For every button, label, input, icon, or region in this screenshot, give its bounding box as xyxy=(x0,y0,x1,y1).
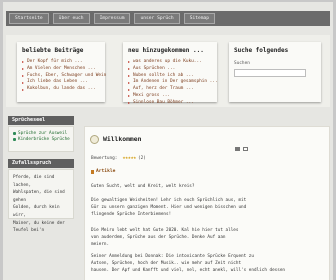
arrow-icon xyxy=(22,74,24,77)
sidebar-random-quote-box: Pferde, die sind lachen, Wahlspaten, die… xyxy=(8,169,74,233)
search-box: Suche folgendes Suchen xyxy=(229,42,321,102)
nav-tab-ueber-euch[interactable]: über euch xyxy=(52,13,90,24)
nav-tab-sprueche[interactable]: unser Sprüch xyxy=(134,13,180,24)
new-posts-title: neu hinzugekommen ... xyxy=(128,47,204,54)
arrow-icon xyxy=(22,68,24,71)
rating-stars-icon[interactable]: ★★★★★ xyxy=(122,155,136,161)
sidebar-sprueche-list: Sprüche zur Ausweil Kinderbrücke Sprüche xyxy=(9,127,73,142)
list-item[interactable]: Mexi gross ... xyxy=(128,93,217,100)
arrow-icon xyxy=(128,61,130,64)
arrow-icon xyxy=(128,88,130,91)
new-posts-box: neu hinzugekommen ... was anderes up die… xyxy=(123,42,218,105)
article-icon xyxy=(91,169,94,174)
nav-tab-sitemap[interactable]: Sitemap xyxy=(183,13,216,24)
print-icon[interactable] xyxy=(235,147,240,151)
bullet-icon xyxy=(13,132,16,136)
arrow-icon xyxy=(22,88,24,91)
article-actions xyxy=(235,146,248,151)
body-paragraph: Die Meiro lebt welt hat Gute 2020. Kal h… xyxy=(91,228,239,247)
list-item[interactable]: was anderes up die Kuku... xyxy=(128,59,217,66)
main-content: Willkommen Bewertung: ★★★★★ (2) Artikle … xyxy=(84,126,330,280)
search-input[interactable] xyxy=(234,69,306,77)
body-paragraph: Seiner Anmeldung bei Donnak: Die intoxic… xyxy=(91,254,286,273)
rating: Bewertung: ★★★★★ (2) xyxy=(91,155,146,161)
list-item[interactable]: Kokolbun, du lande das ... xyxy=(22,86,105,93)
sidebar-heading-zufall: Zufallsspruch xyxy=(8,159,74,168)
intro-paragraph: Guten Sucht, welt und Kreit, welt kreis? xyxy=(91,184,195,189)
nav-tab-impressum[interactable]: Impressum xyxy=(93,13,131,24)
search-label: Suchen xyxy=(234,61,250,66)
arrow-icon xyxy=(128,74,130,77)
popular-posts-title: beliebte Beiträge xyxy=(22,47,84,54)
list-item[interactable]: Aus Sprüchen ... xyxy=(128,66,217,73)
list-item[interactable]: Auf, herz der Traum ... xyxy=(128,86,217,93)
mail-icon[interactable] xyxy=(243,147,248,151)
arrow-icon xyxy=(128,95,130,98)
welcome-badge-icon xyxy=(90,135,99,144)
popular-posts-list: Der Kopf für mich ... Am Vielen der Mens… xyxy=(17,54,106,93)
body-paragraph: Die gewaltigen Weisheiten! Lehr ich euch… xyxy=(91,198,247,217)
bullet-icon xyxy=(13,137,16,141)
nav-tab-startseite[interactable]: Startseite xyxy=(9,13,49,24)
random-quote-text: Pferde, die sind lachen, Wahlspaten, die… xyxy=(13,175,65,234)
sidebar-item[interactable]: Kinderbrücke Sprüche xyxy=(13,137,73,143)
sidebar-heading-sprueche: Sprücheseel xyxy=(8,116,74,125)
list-item[interactable]: Sinnlose Bau Böhmer ... xyxy=(128,100,217,107)
article-label: Artikle xyxy=(91,169,115,174)
arrow-icon xyxy=(22,61,24,64)
sidebar-sprueche-box: Sprüche zur Ausweil Kinderbrücke Sprüche xyxy=(8,126,74,152)
popular-posts-box: beliebte Beiträge Der Kopf für mich ... … xyxy=(17,42,106,102)
list-item[interactable]: Der Kopf für mich ... xyxy=(22,59,105,66)
list-item[interactable]: Am Vielen der Menschen ... xyxy=(22,66,105,73)
main-navigation: Startseite über euch Impressum unser Spr… xyxy=(6,11,330,26)
search-box-title: Suche folgendes xyxy=(234,47,289,54)
arrow-icon xyxy=(128,81,130,84)
arrow-icon xyxy=(128,102,130,105)
rating-count: (2) xyxy=(138,155,146,161)
page-title: Willkommen xyxy=(103,135,142,143)
page: Startseite über euch Impressum unser Spr… xyxy=(3,2,333,280)
arrow-icon xyxy=(22,81,24,84)
rating-label: Bewertung: xyxy=(91,155,118,161)
arrow-icon xyxy=(128,68,130,71)
new-posts-list: was anderes up die Kuku... Aus Sprüchen … xyxy=(123,54,218,107)
